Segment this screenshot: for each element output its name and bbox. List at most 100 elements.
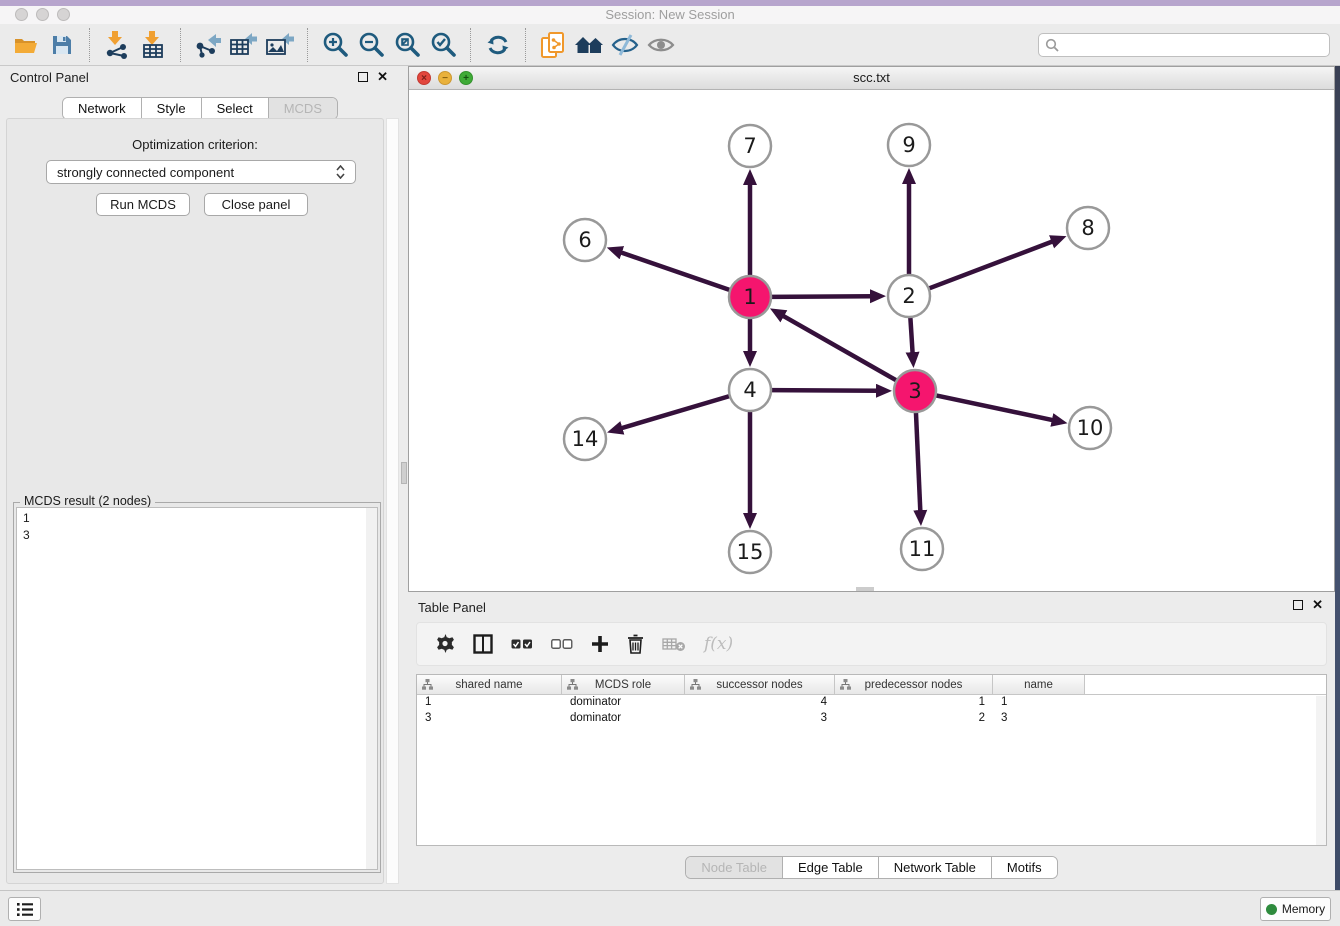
tab-mcds[interactable]: MCDS: [269, 98, 337, 119]
network-canvas[interactable]: 1234678910111415: [409, 90, 1334, 591]
import-table-button[interactable]: [135, 28, 171, 62]
tab-motifs[interactable]: Motifs: [992, 857, 1057, 878]
tab-network[interactable]: Network: [63, 98, 142, 119]
node-label-10: 10: [1077, 416, 1104, 440]
column-header-MCDS-role[interactable]: MCDS role: [562, 675, 685, 694]
tab-edge-table[interactable]: Edge Table: [783, 857, 879, 878]
mcds-result-title: MCDS result (2 nodes): [20, 494, 155, 508]
search-icon: [1045, 38, 1060, 53]
column-header-predecessor-nodes[interactable]: predecessor nodes: [835, 675, 993, 694]
control-panel: Control Panel ✕ Network Style Select MCD…: [0, 66, 400, 890]
table-cell: 3: [993, 711, 1085, 727]
edge-3-10[interactable]: [936, 395, 1055, 420]
zoom-selected-icon: [430, 31, 457, 58]
column-label: name: [1024, 679, 1053, 691]
zoom-out-button[interactable]: [353, 28, 389, 62]
mcds-result-area[interactable]: 1 3: [16, 507, 378, 870]
trash-icon: [627, 634, 644, 654]
import-network-button[interactable]: [99, 28, 135, 62]
zoom-in-button[interactable]: [317, 28, 353, 62]
table-settings-button[interactable]: [435, 634, 455, 654]
tab-style[interactable]: Style: [142, 98, 202, 119]
memory-button[interactable]: Memory: [1260, 897, 1331, 921]
import-network-icon: [104, 31, 130, 59]
criterion-value: strongly connected component: [57, 165, 336, 180]
delete-column-button[interactable]: [627, 634, 644, 654]
vertical-splitter[interactable]: [400, 66, 408, 890]
hierarchy-icon: [422, 679, 433, 693]
delete-table-button[interactable]: [662, 636, 686, 652]
hierarchy-icon: [690, 679, 701, 693]
close-panel-icon[interactable]: ✕: [377, 72, 388, 82]
edge-2-3[interactable]: [910, 317, 912, 355]
delete-table-icon: [662, 636, 686, 652]
network-maximize-button[interactable]: +: [459, 71, 473, 85]
save-session-button[interactable]: [44, 28, 80, 62]
edge-1-6[interactable]: [619, 252, 730, 290]
close-panel-button[interactable]: Close panel: [204, 193, 308, 216]
control-panel-scrollbar[interactable]: [386, 118, 399, 884]
edge-3-11[interactable]: [916, 412, 920, 513]
network-close-button[interactable]: ×: [417, 71, 431, 85]
run-mcds-button[interactable]: Run MCDS: [96, 193, 190, 216]
edge-3-1[interactable]: [781, 315, 896, 381]
network-graph[interactable]: 1234678910111415: [409, 90, 1334, 591]
dropdown-stepper-icon: [336, 165, 345, 179]
search-input[interactable]: [1060, 36, 1329, 54]
app-titlebar: Session: New Session: [0, 6, 1340, 24]
edge-4-3[interactable]: [771, 390, 879, 391]
show-graphics-button[interactable]: [643, 28, 679, 62]
column-header-successor-nodes[interactable]: successor nodes: [685, 675, 835, 694]
node-label-8: 8: [1081, 216, 1094, 240]
save-icon: [51, 34, 73, 56]
column-header-shared-name[interactable]: shared name: [417, 675, 562, 694]
criterion-dropdown[interactable]: strongly connected component: [46, 160, 356, 184]
edge-1-2[interactable]: [771, 296, 873, 297]
deselect-all-rows-button[interactable]: [551, 638, 573, 650]
task-history-button[interactable]: [8, 897, 41, 921]
edge-2-8[interactable]: [929, 241, 1055, 289]
table-scrollbar[interactable]: [1316, 696, 1326, 845]
splitter-grip[interactable]: [401, 462, 407, 484]
table-cell: 1: [993, 695, 1085, 711]
zoom-fit-button[interactable]: [389, 28, 425, 62]
table-cell: 1: [417, 695, 562, 711]
table-cell: 4: [685, 695, 835, 711]
tab-node-table[interactable]: Node Table: [686, 857, 783, 878]
horizontal-splitter-grip[interactable]: [856, 587, 874, 591]
table-cell: 2: [835, 711, 993, 727]
select-all-rows-button[interactable]: [511, 638, 533, 650]
hide-graphics-button[interactable]: [607, 28, 643, 62]
zoom-selected-button[interactable]: [425, 28, 461, 62]
export-table-button[interactable]: [226, 28, 262, 62]
toolbar-separator: [470, 28, 471, 62]
result-scrollbar[interactable]: [366, 508, 377, 869]
export-network-icon: [194, 32, 222, 58]
search-box[interactable]: [1038, 33, 1330, 57]
clone-network-button[interactable]: [535, 28, 571, 62]
create-column-button[interactable]: [591, 635, 609, 653]
node-label-7: 7: [743, 134, 756, 158]
table-row[interactable]: 1dominator411: [417, 695, 1326, 711]
refresh-layout-button[interactable]: [480, 28, 516, 62]
show-column-panel-button[interactable]: [473, 634, 493, 654]
float-table-panel-icon[interactable]: [1293, 600, 1303, 610]
network-minimize-button[interactable]: −: [438, 71, 452, 85]
function-builder-button[interactable]: f(x): [704, 634, 733, 654]
refresh-icon: [486, 34, 510, 56]
export-network-button[interactable]: [190, 28, 226, 62]
tab-select[interactable]: Select: [202, 98, 269, 119]
float-panel-icon[interactable]: [358, 72, 368, 82]
home-view-button[interactable]: [571, 28, 607, 62]
network-window-titlebar[interactable]: × − + scc.txt: [409, 67, 1334, 90]
close-table-panel-icon[interactable]: ✕: [1312, 600, 1323, 610]
edge-4-14[interactable]: [620, 396, 730, 429]
optimization-criterion-label: Optimization criterion:: [7, 137, 383, 152]
tab-network-table[interactable]: Network Table: [879, 857, 992, 878]
export-image-button[interactable]: [262, 28, 298, 62]
hierarchy-icon: [840, 679, 851, 693]
column-header-name[interactable]: name: [993, 675, 1085, 694]
table-panel: Table Panel ✕: [408, 592, 1335, 890]
open-session-button[interactable]: [8, 28, 44, 62]
table-row[interactable]: 3dominator323: [417, 711, 1326, 727]
